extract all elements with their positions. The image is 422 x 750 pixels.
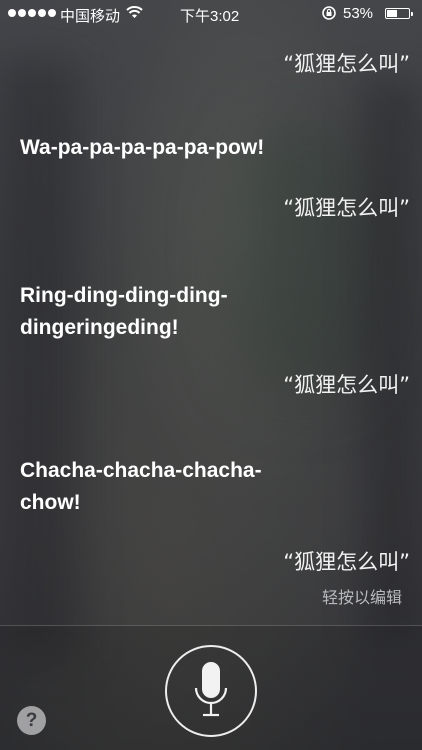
siri-reply-line: Chacha-chacha-chacha- [20, 459, 262, 482]
siri-screen: 中国移动 下午3:02 53% “狐狸怎么叫” Wa-pa-pa-pa-pa-p… [0, 0, 422, 750]
tap-to-edit-hint[interactable]: 轻按以编辑 [322, 584, 402, 608]
user-query[interactable]: “狐狸怎么叫” [283, 48, 410, 78]
help-button[interactable]: ? [17, 706, 46, 735]
siri-reply-line: Wa-pa-pa-pa-pa-pa-pow! [20, 136, 265, 159]
siri-reply-line: chow! [20, 491, 81, 514]
wifi-icon [126, 5, 143, 23]
battery-icon [385, 8, 413, 19]
signal-dots-icon [8, 9, 56, 17]
siri-reply: Wa-pa-pa-pa-pa-pa-pow! [20, 132, 350, 164]
rotation-lock-icon [321, 5, 337, 25]
user-query[interactable]: “狐狸怎么叫” [283, 546, 410, 576]
siri-reply: Ring-ding-ding-ding- dingeringeding! [20, 280, 350, 344]
microphone-icon [194, 662, 228, 717]
microphone-button[interactable] [165, 645, 257, 737]
battery-percentage: 53% [343, 5, 374, 22]
user-query[interactable]: “狐狸怎么叫” [283, 192, 410, 222]
user-query[interactable]: “狐狸怎么叫” [283, 369, 410, 399]
carrier-name: 中国移动 [60, 8, 121, 25]
siri-reply-line: Ring-ding-ding-ding- [20, 284, 228, 307]
siri-reply: Chacha-chacha-chacha- chow! [20, 455, 350, 519]
status-time: 下午3:02 [180, 8, 240, 25]
status-bar: 中国移动 下午3:02 53% [0, 0, 422, 28]
siri-reply-line: dingeringeding! [20, 316, 179, 339]
